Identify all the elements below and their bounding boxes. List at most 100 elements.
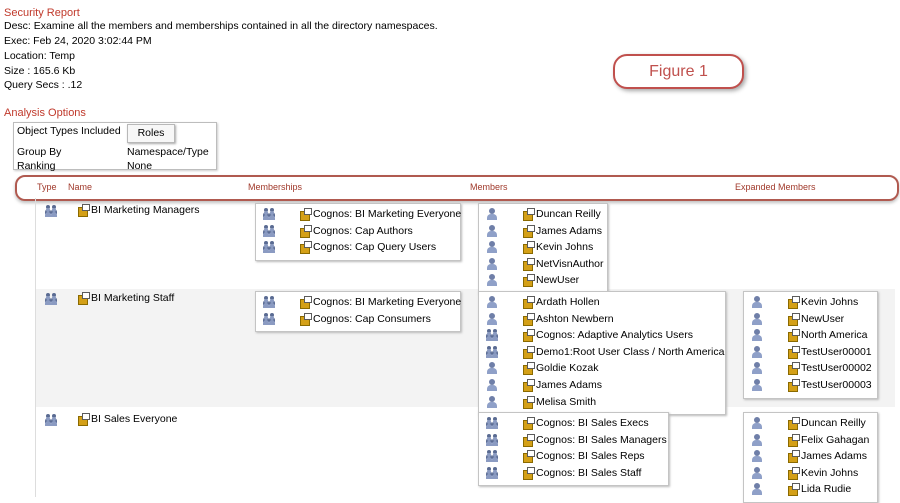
list-item[interactable]: TestUser00002 [751, 360, 872, 376]
user-icon [486, 362, 498, 374]
group-icon [263, 296, 275, 308]
list-item[interactable]: TestUser00001 [751, 344, 872, 360]
list-item[interactable]: Melisa Smith [486, 394, 596, 410]
list-item[interactable]: Kevin Johns [751, 294, 858, 310]
user-icon [486, 296, 498, 308]
group-icon [486, 467, 498, 479]
list-item[interactable]: North America [751, 327, 868, 343]
list-item[interactable]: Cognos: Cap Authors [263, 223, 413, 239]
list-item-label: Cognos: Cap Consumers [313, 313, 431, 325]
ranking-label: Ranking [17, 160, 56, 172]
list-item[interactable]: Cognos: BI Sales Staff [486, 465, 641, 481]
list-item-label: NetVisnAuthor [536, 258, 604, 270]
user-icon [751, 362, 763, 374]
list-item[interactable]: TestUser00003 [751, 377, 872, 393]
column-memberships[interactable]: Memberships [248, 182, 302, 192]
list-item[interactable]: NetVisnAuthor [486, 256, 604, 272]
user-icon [486, 313, 498, 325]
figure-label: Figure 1 [613, 54, 744, 89]
list-item-label: Ardath Hollen [536, 296, 600, 308]
list-item[interactable]: Cognos: BI Marketing Everyone [263, 206, 461, 222]
role-name-label: BI Marketing Staff [91, 292, 175, 304]
list-item-label: TestUser00002 [801, 362, 872, 374]
list-item[interactable]: Kevin Johns [486, 239, 593, 255]
shortcut-icon [299, 313, 312, 326]
group-icon [486, 434, 498, 446]
user-icon [751, 467, 763, 479]
list-item[interactable]: Duncan Reilly [486, 206, 601, 222]
shortcut-icon [299, 225, 312, 238]
list-item[interactable]: Lida Rudie [751, 481, 851, 497]
list-item-label: Duncan Reilly [801, 417, 866, 429]
role-name[interactable]: BI Marketing Managers [77, 202, 200, 218]
list-item[interactable]: Cognos: Cap Query Users [263, 239, 436, 255]
group-icon [486, 346, 498, 358]
list-item[interactable]: Duncan Reilly [751, 415, 866, 431]
list-item-label: Kevin Johns [801, 296, 859, 308]
user-icon [486, 208, 498, 220]
shortcut-icon [787, 417, 800, 430]
shortcut-icon [522, 362, 535, 375]
list-item-label: North America [801, 329, 868, 341]
list-item-label: Cognos: Adaptive Analytics Users [536, 329, 693, 341]
list-item[interactable]: Cognos: Adaptive Analytics Users [486, 327, 693, 343]
shortcut-icon [522, 450, 535, 463]
shortcut-icon [787, 379, 800, 392]
shortcut-icon [787, 483, 800, 496]
report-query-secs: Query Secs : .12 [4, 79, 83, 91]
list-item[interactable]: Cognos: Cap Consumers [263, 311, 431, 327]
list-item[interactable]: Ashton Newbern [486, 311, 614, 327]
user-icon [751, 329, 763, 341]
list-item[interactable]: Goldie Kozak [486, 360, 598, 376]
list-item-label: Cognos: Cap Authors [313, 225, 413, 237]
list-item-label: Cognos: BI Sales Execs [536, 417, 649, 429]
role-name-label: BI Sales Everyone [91, 413, 178, 425]
list-item[interactable]: NewUser [486, 272, 579, 288]
shortcut-icon [77, 204, 90, 217]
list-item[interactable]: Demo1:Root User Class / North America [486, 344, 724, 360]
shortcut-icon [787, 467, 800, 480]
column-members[interactable]: Members [470, 182, 508, 192]
list-item-label: NewUser [801, 313, 845, 325]
shortcut-icon [77, 413, 90, 426]
user-icon [751, 417, 763, 429]
list-item[interactable]: NewUser [751, 311, 844, 327]
group-icon [263, 208, 275, 220]
list-item[interactable]: Cognos: BI Sales Managers [486, 432, 667, 448]
list-item-label: James Adams [536, 379, 602, 391]
list-item[interactable]: Ardath Hollen [486, 294, 600, 310]
shortcut-icon [522, 396, 535, 409]
list-item[interactable]: James Adams [751, 448, 867, 464]
group-icon [486, 417, 498, 429]
list-item-label: Demo1:Root User Class / North America [536, 346, 725, 358]
user-icon [751, 313, 763, 325]
user-icon [751, 346, 763, 358]
shortcut-icon [787, 362, 800, 375]
type-group-icon [45, 293, 57, 305]
list-item-label: NewUser [536, 274, 580, 286]
list-item[interactable]: Kevin Johns [751, 465, 858, 481]
user-icon [751, 434, 763, 446]
list-item[interactable]: James Adams [486, 223, 602, 239]
group-icon [486, 450, 498, 462]
list-item[interactable]: Cognos: BI Marketing Everyone [263, 294, 461, 310]
role-name[interactable]: BI Sales Everyone [77, 411, 177, 427]
list-item-label: Goldie Kozak [536, 362, 599, 374]
list-item-label: Ashton Newbern [536, 313, 614, 325]
list-item-label: Kevin Johns [801, 467, 859, 479]
list-item[interactable]: Cognos: BI Sales Reps [486, 448, 645, 464]
list-item-label: TestUser00001 [801, 346, 872, 358]
list-item-label: Felix Gahagan [801, 434, 870, 446]
role-name[interactable]: BI Marketing Staff [77, 290, 174, 306]
list-item[interactable]: James Adams [486, 377, 602, 393]
list-item-label: Cognos: BI Sales Managers [536, 434, 667, 446]
column-expanded-members[interactable]: Expanded Members [735, 182, 816, 192]
group-icon [263, 225, 275, 237]
shortcut-icon [522, 274, 535, 287]
column-type[interactable]: Type [37, 182, 57, 192]
list-item[interactable]: Felix Gahagan [751, 432, 869, 448]
column-name[interactable]: Name [68, 182, 92, 192]
list-item[interactable]: Cognos: BI Sales Execs [486, 415, 649, 431]
roles-button[interactable]: Roles [127, 124, 175, 143]
shortcut-icon [787, 296, 800, 309]
